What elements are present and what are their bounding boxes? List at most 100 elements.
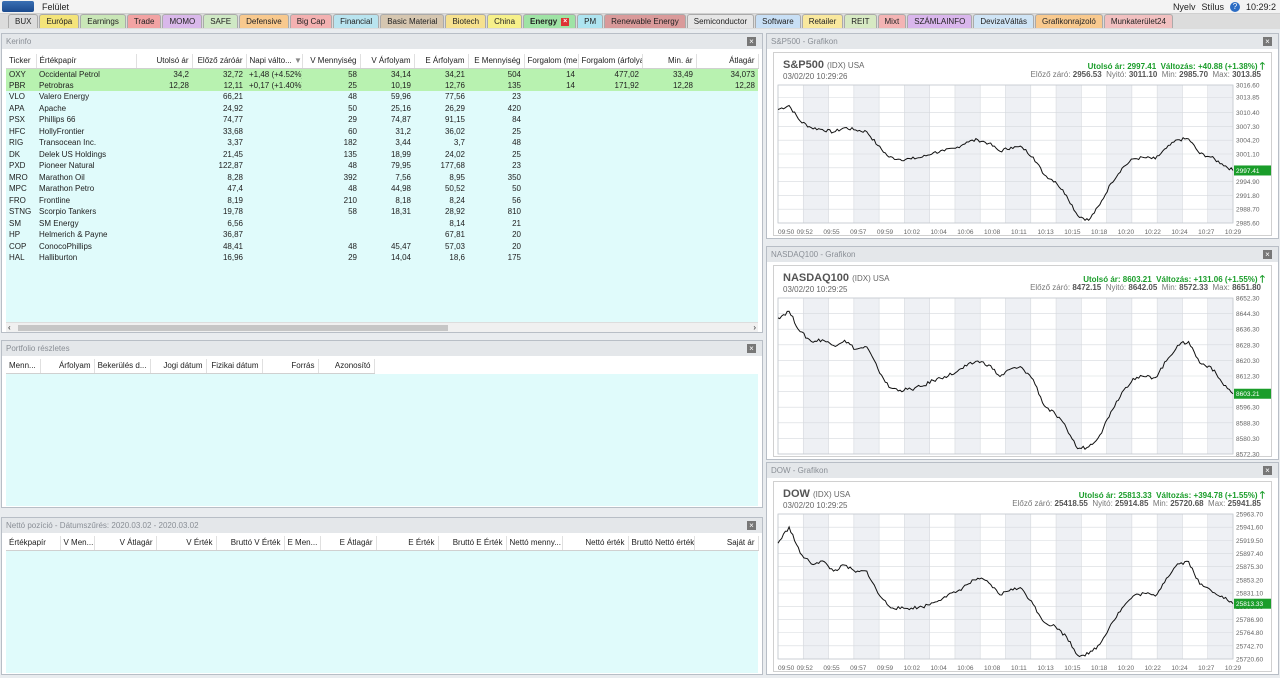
tab-mixt[interactable]: Mixt [877,14,907,28]
table-row[interactable]: OXY Occidental Petrol 34,2 32,72 +1,48 (+4.5… [6,68,758,80]
column-header[interactable]: Értékpapír [6,536,61,551]
close-icon[interactable]: × [561,17,570,26]
column-header[interactable]: Nettó érték [562,536,629,551]
close-icon[interactable]: × [1263,37,1272,46]
table-row[interactable]: PBR Petrobras 12,28 12,11 +0,17 (+1.40%) 25 10… [6,79,758,91]
column-header[interactable]: Ticker [6,54,37,69]
column-header[interactable]: E Átlagár [320,536,377,551]
close-icon[interactable]: × [1263,466,1272,475]
table-row[interactable]: MPC Marathon Petro 47,4 48 44,98 50,52 50 [6,183,758,195]
sort-desc-icon[interactable]: ▼ [292,56,301,65]
tab-reit[interactable]: REIT [844,14,877,28]
column-header[interactable]: Utolsó ár [136,54,193,69]
tab-basic-material[interactable]: Basic Material [380,14,445,28]
y-tick-label: 25831.10 [1236,591,1263,598]
column-header[interactable]: E Men... [284,536,321,551]
column-header[interactable]: Forrás [262,359,319,374]
column-header[interactable]: Min. ár [642,54,697,69]
tab-big-cap[interactable]: Big Cap [289,14,333,28]
column-header[interactable]: Napi válto... ▼ [246,54,303,69]
table-cell [696,172,758,184]
column-header[interactable]: Forgalom (me... [524,54,579,69]
column-header[interactable]: E Érték [376,536,439,551]
column-header[interactable]: Fizikai dátum [206,359,263,374]
table-cell: +1,48 (+4.52%) [246,68,302,80]
scrollbar-thumb[interactable] [18,325,448,331]
column-header[interactable]: Forgalom (árfolya... [578,54,643,69]
app-logo[interactable] [2,1,34,12]
column-header[interactable]: Menn... [6,359,41,374]
column-header[interactable]: V Átlagár [94,536,157,551]
tab-pm[interactable]: PM [577,14,604,28]
tab-software[interactable]: Software [755,14,801,28]
close-icon[interactable]: × [747,521,756,530]
table-row[interactable]: RIG Transocean Inc. 3,37 182 3,44 3,7 48 [6,137,758,149]
tab-grafikonrajzoló[interactable]: Grafikonrajzoló [1035,14,1103,28]
line-chart[interactable]: 8652.30 8644.30 8636.30 8628.30 8620.30 8612.… [774,294,1273,458]
column-header[interactable]: Előző záróár [192,54,247,69]
table-cell [136,125,192,137]
table-row[interactable]: SM SM Energy 6,56 8,14 21 [6,217,758,229]
scroll-right-icon[interactable]: › [753,323,756,332]
column-header[interactable]: Jogi dátum [150,359,207,374]
column-header[interactable]: Átlagár [696,54,759,69]
table-row[interactable]: PSX Phillips 66 74,77 29 74,87 91,15 84 [6,114,758,126]
table-row[interactable]: HFC HollyFrontier 33,68 60 31,2 36,02 25 [6,125,758,137]
close-icon[interactable]: × [747,344,756,353]
column-header[interactable]: Saját ár [694,536,759,551]
table-row[interactable]: APA Apache 24,92 50 25,16 26,29 420 [6,102,758,114]
tab-európa[interactable]: Európa [39,14,80,28]
column-header[interactable]: Árfolyam [40,359,95,374]
line-chart[interactable]: 3016.60 3013.85 3010.40 3007.30 3004.20 3001.… [774,81,1273,237]
column-header[interactable]: Azonosító [318,359,375,374]
close-icon[interactable]: × [1263,250,1272,259]
table-row[interactable]: MRO Marathon Oil 8,28 392 7,56 8,95 350 [6,171,758,184]
column-header[interactable]: V Mennyiség [302,54,361,69]
tab-retailer[interactable]: Retailer [801,14,844,28]
tab-china[interactable]: China [487,14,523,28]
tab-számlainfo[interactable]: SZÁMLAINFO [907,14,973,28]
table-row[interactable]: DK Delek US Holdings 21,45 135 18,99 24,02 25 [6,148,758,160]
x-tick-label: 10:18 [1091,665,1108,672]
horizontal-scrollbar[interactable]: ‹ › [6,322,758,332]
menu-felulet[interactable]: Felület [42,2,69,12]
tab-munkaterület24[interactable]: Munkaterület24 [1103,14,1173,28]
tab-energy[interactable]: Energy × [523,14,577,28]
help-icon[interactable]: ? [1229,2,1240,12]
tab-earnings[interactable]: Earnings [80,14,126,28]
column-header[interactable]: Bruttó V Érték [216,536,285,551]
column-header[interactable]: Nettó menny... [506,536,563,551]
column-header[interactable]: Értékpapír [36,54,137,69]
table-row[interactable]: STNG Scorpio Tankers 19,78 58 18,31 28,92 810 [6,206,758,218]
tab-momo[interactable]: MOMO [162,14,203,28]
table-row[interactable]: FRO Frontline 8,19 210 8,18 8,24 56 [6,194,758,206]
table-row[interactable]: PXD Pioneer Natural 122,87 48 79,95 177,68 23 [6,160,758,172]
style-menu[interactable]: Stílus [1201,2,1224,12]
tab-bux[interactable]: BUX [8,14,39,28]
column-header[interactable]: V Árfolyam [360,54,415,69]
x-tick-label: 10:24 [1171,229,1188,236]
column-header[interactable]: E Árfolyam [414,54,469,69]
column-header[interactable]: Bekerülés d... [94,359,151,374]
scroll-left-icon[interactable]: ‹ [8,323,11,332]
column-header[interactable]: V Érték [156,536,217,551]
tab-safe[interactable]: SAFE [203,14,239,28]
language-menu[interactable]: Nyelv [1173,2,1196,12]
line-chart[interactable]: 25963.70 25941.60 25919.50 25897.40 25875.30… [774,510,1273,673]
tab-semiconductor[interactable]: Semiconductor [686,14,755,28]
tab-defensive[interactable]: Defensive [239,14,289,28]
table-row[interactable]: HP Helmerich & Payne 36,87 67,81 20 [6,229,758,241]
table-row[interactable]: VLO Valero Energy 66,21 48 59,96 77,56 23 [6,91,758,103]
column-header[interactable]: E Mennyiség [468,54,525,69]
column-header[interactable]: Bruttó Nettó érték [628,536,695,551]
table-row[interactable]: COP ConocoPhillips 48,41 48 45,47 57,03 20 [6,240,758,252]
close-icon[interactable]: × [747,37,756,46]
tab-financial[interactable]: Financial [333,14,380,28]
column-header[interactable]: V Men... [60,536,95,551]
tab-trade[interactable]: Trade [126,14,162,28]
tab-devizaváltás[interactable]: DevizaVáltás [973,14,1034,28]
table-row[interactable]: HAL Halliburton 16,96 29 14,04 18,6 175 [6,252,758,264]
tab-renewable-energy[interactable]: Renewable Energy [604,14,686,28]
tab-biotech[interactable]: Biotech [445,14,487,28]
column-header[interactable]: Bruttó E Érték [438,536,507,551]
